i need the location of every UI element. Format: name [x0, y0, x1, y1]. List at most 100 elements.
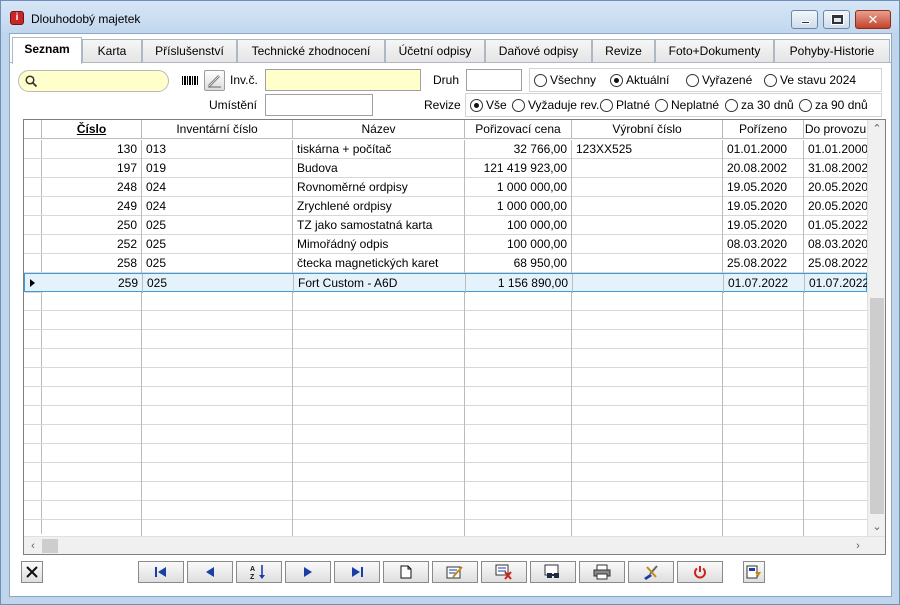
cell-nazev: Zrychlené ordpisy [293, 197, 465, 216]
table-row[interactable]: 249 024 Zrychlené ordpisy 1 000 000,00 19.05… [24, 197, 867, 216]
maximize-button[interactable] [823, 10, 850, 29]
tab-prislusenstvi[interactable]: Příslušenství [142, 39, 237, 63]
cell-vyrobni-cislo [572, 159, 723, 178]
column-header-cislo[interactable]: Číslo [42, 120, 142, 139]
revision-option-invalid[interactable]: Neplatné [655, 98, 719, 114]
row-indicator[interactable] [24, 482, 42, 501]
table-row[interactable]: 258 025 čtecka magnetických karet 68 950,00… [24, 254, 867, 273]
row-indicator[interactable] [24, 444, 42, 463]
row-indicator[interactable] [24, 216, 42, 235]
scroll-left-icon[interactable]: ‹ [24, 537, 42, 554]
cell-porizovaci-cena: 100 000,00 [465, 216, 572, 235]
search-record-button[interactable] [530, 561, 576, 583]
tab-karta[interactable]: Karta [82, 39, 142, 63]
row-indicator[interactable] [24, 311, 42, 330]
cell-porizeno: 19.05.2020 [723, 216, 804, 235]
column-header-porizovaci-cena[interactable]: Pořizovací cena [465, 120, 572, 139]
tab-foto-dokumenty[interactable]: Foto+Dokumenty [655, 39, 774, 63]
revision-option-90-days[interactable]: za 90 dnů [799, 98, 868, 114]
row-indicator[interactable] [24, 235, 42, 254]
minimize-button[interactable] [791, 10, 818, 29]
row-indicator[interactable] [24, 349, 42, 368]
revision-option-30-days[interactable]: za 30 dnů [725, 98, 794, 114]
state-option-in-state-2024[interactable]: Ve stavu 2024 [764, 73, 856, 89]
location-input[interactable] [265, 94, 373, 116]
print-button[interactable] [579, 561, 625, 583]
table-row[interactable]: 250 025 TZ jako samostatná karta 100 000,00… [24, 216, 867, 235]
search-input[interactable] [18, 70, 169, 92]
tab-danove-odpisy[interactable]: Daňové odpisy [485, 39, 592, 63]
edit-filter-button[interactable] [204, 70, 225, 91]
first-record-button[interactable] [138, 561, 184, 583]
sort-button[interactable]: AZ [236, 561, 282, 583]
export-button[interactable] [743, 561, 765, 583]
revision-option-label: Vyžaduje rev. [528, 98, 600, 112]
previous-record-button[interactable] [187, 561, 233, 583]
row-indicator[interactable] [24, 159, 42, 178]
table-row[interactable]: 130 013 tiskárna + počítač 32 766,00 123XX52… [24, 140, 867, 159]
column-header-vyrobni-cislo[interactable]: Výrobní číslo [572, 120, 723, 139]
last-record-button[interactable] [334, 561, 380, 583]
horizontal-scrollbar[interactable]: ‹ › [24, 536, 885, 554]
close-button[interactable]: ✕ [855, 10, 891, 29]
table-row[interactable]: 259 025 Fort Custom - A6D 1 156 890,00 01.07… [24, 273, 868, 293]
table-row[interactable]: 197 019 Budova 121 419 923,00 20.08.2002 31.0… [24, 159, 867, 178]
row-indicator[interactable] [24, 406, 42, 425]
tab-pohyby-historie[interactable]: Pohyby-Historie [774, 39, 890, 63]
cell-cislo [42, 292, 142, 311]
tab-ucetni-odpisy[interactable]: Účetní odpisy [385, 39, 485, 63]
cell-vyrobni-cislo [572, 254, 723, 273]
next-record-button[interactable] [285, 561, 331, 583]
state-option-disposed[interactable]: Vyřazené [686, 73, 752, 89]
type-input[interactable] [466, 69, 522, 91]
row-indicator[interactable] [25, 274, 43, 293]
cell-cislo: 130 [42, 140, 142, 159]
cell-inventarni-cislo: 025 [142, 235, 293, 254]
scroll-down-icon[interactable]: ⌄ [868, 518, 885, 536]
title-bar[interactable]: i Dlouhodobý majetek ✕ [1, 1, 899, 33]
vertical-scrollbar[interactable]: ⌃ ⌄ [867, 120, 885, 536]
column-header-porizeno[interactable]: Pořízeno [723, 120, 804, 139]
column-header-nazev[interactable]: Název [293, 120, 465, 139]
column-header-inventarni-cislo[interactable]: Inventární číslo [142, 120, 293, 139]
new-record-button[interactable] [383, 561, 429, 583]
delete-record-button[interactable] [481, 561, 527, 583]
table-header: Číslo Inventární číslo Název Pořizovací … [24, 120, 867, 139]
cell-porizeno [723, 330, 804, 349]
column-header-do-provozu[interactable]: Do provozu [804, 120, 867, 139]
row-indicator[interactable] [24, 178, 42, 197]
row-indicator[interactable] [24, 292, 42, 311]
revision-option-all[interactable]: Vše [470, 98, 507, 114]
state-option-all[interactable]: Všechny [534, 73, 596, 89]
row-indicator[interactable] [24, 387, 42, 406]
row-indicator[interactable] [24, 140, 42, 159]
vertical-scroll-thumb[interactable] [870, 298, 884, 514]
horizontal-scroll-thumb[interactable] [42, 539, 58, 553]
row-indicator[interactable] [24, 368, 42, 387]
tools-button[interactable] [628, 561, 674, 583]
table-row[interactable]: 248 024 Rovnoměrné ordpisy 1 000 000,00 19.0… [24, 178, 867, 197]
clear-filter-button[interactable] [21, 561, 43, 583]
cell-cislo: 250 [42, 216, 142, 235]
cell-porizovaci-cena [465, 425, 572, 444]
edit-record-button[interactable] [432, 561, 478, 583]
barcode-icon[interactable] [181, 75, 199, 86]
row-indicator[interactable] [24, 330, 42, 349]
revision-option-required[interactable]: Vyžaduje rev. [512, 98, 599, 114]
scroll-right-icon[interactable]: › [849, 537, 867, 554]
table-row[interactable]: 252 025 Mimořádný odpis 100 000,00 08.03.202… [24, 235, 867, 254]
power-button[interactable] [677, 561, 723, 583]
row-indicator[interactable] [24, 501, 42, 520]
tab-revize[interactable]: Revize [592, 39, 655, 63]
row-indicator[interactable] [24, 463, 42, 482]
row-indicator[interactable] [24, 254, 42, 273]
revision-option-valid[interactable]: Platné [600, 98, 650, 114]
row-indicator[interactable] [24, 425, 42, 444]
row-indicator[interactable] [24, 197, 42, 216]
tab-seznam[interactable]: Seznam [12, 37, 82, 64]
state-option-current[interactable]: Aktuální [610, 73, 669, 89]
cell-nazev: Mimořádný odpis [293, 235, 465, 254]
scroll-up-icon[interactable]: ⌃ [868, 120, 885, 138]
inv-number-input[interactable] [265, 69, 421, 91]
tab-technicke-zhodnoceni[interactable]: Technické zhodnocení [237, 39, 385, 63]
